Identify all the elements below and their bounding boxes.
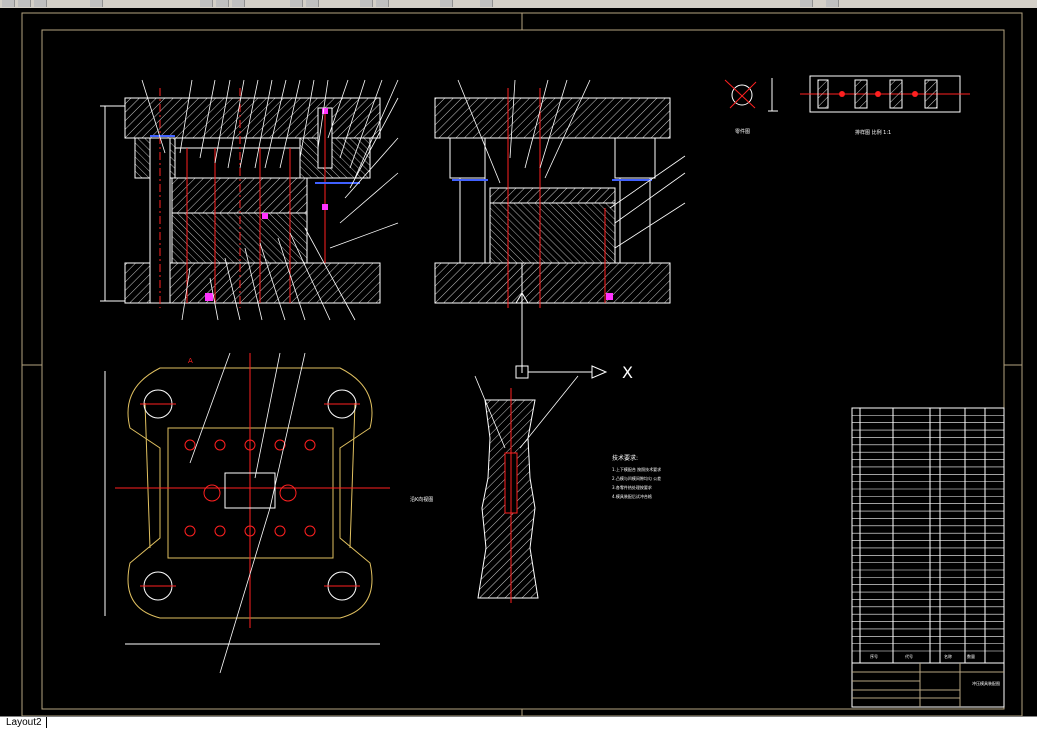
view-note: 沿K向视图: [410, 496, 433, 503]
undo-icon[interactable]: [290, 0, 303, 7]
tech-requirements: 技术要求: 1.上下模配合 按照技术要求 2.凸模与凹模间隙均匀 公差 3.各零…: [612, 454, 661, 499]
drawing-canvas[interactable]: 零件图 排样图 比例 1:1 A 沿K向视图 X 技术要求: 1.上下模配合 按…: [0, 8, 1037, 717]
side-section-view: [434, 88, 671, 373]
save-icon[interactable]: [34, 0, 47, 7]
strip-layout: 排样图 比例 1:1: [800, 75, 970, 136]
new-icon[interactable]: [2, 0, 15, 7]
detail-sketch: 零件图: [724, 78, 778, 135]
punch-detail: [474, 375, 579, 603]
ucs-x-label: X: [622, 363, 633, 382]
title-header-4: 数量: [967, 653, 975, 659]
ucs-icon: X: [515, 363, 633, 382]
title-header-3: 名称: [944, 653, 952, 659]
title-block: 序号 代号 名称 数量 冲压模具装配图: [851, 653, 1005, 708]
match-icon[interactable]: [800, 0, 813, 7]
open-icon[interactable]: [18, 0, 31, 7]
layer-icon[interactable]: [480, 0, 493, 7]
tech-line-4: 4.模具装配后试冲合格: [612, 493, 652, 499]
paste-icon[interactable]: [232, 0, 245, 7]
tech-line-3: 3.各零件热处理按要求: [612, 484, 652, 490]
properties-icon[interactable]: [440, 0, 453, 7]
front-section-view: [100, 88, 381, 308]
detail-label: 零件图: [735, 128, 750, 135]
tech-line-2: 2.凸模与凹模间隙均匀 公差: [612, 475, 661, 481]
title-text: 冲压模具装配图: [972, 680, 1000, 686]
tab-layout2[interactable]: Layout2: [2, 717, 47, 728]
parts-list: [851, 407, 1005, 664]
plan-view: A 沿K向视图: [104, 352, 433, 674]
pan-icon[interactable]: [360, 0, 373, 7]
redo-icon[interactable]: [306, 0, 319, 7]
copy-icon[interactable]: [216, 0, 229, 7]
title-header-1: 序号: [870, 653, 878, 659]
cut-icon[interactable]: [200, 0, 213, 7]
section-mark-a: A: [188, 357, 193, 365]
zoom-icon[interactable]: [376, 0, 389, 7]
title-header-2: 代号: [905, 653, 913, 659]
tech-title: 技术要求:: [612, 454, 638, 462]
strip-label: 排样图 比例 1:1: [855, 129, 891, 136]
print-icon[interactable]: [90, 0, 103, 7]
help-icon[interactable]: [826, 0, 839, 7]
tech-line-1: 1.上下模配合 按照技术要求: [612, 466, 661, 472]
layout-tabs-bar: Layout2: [0, 716, 1037, 729]
cad-drawing: 零件图 排样图 比例 1:1 A 沿K向视图 X 技术要求: 1.上下模配合 按…: [21, 12, 1023, 717]
